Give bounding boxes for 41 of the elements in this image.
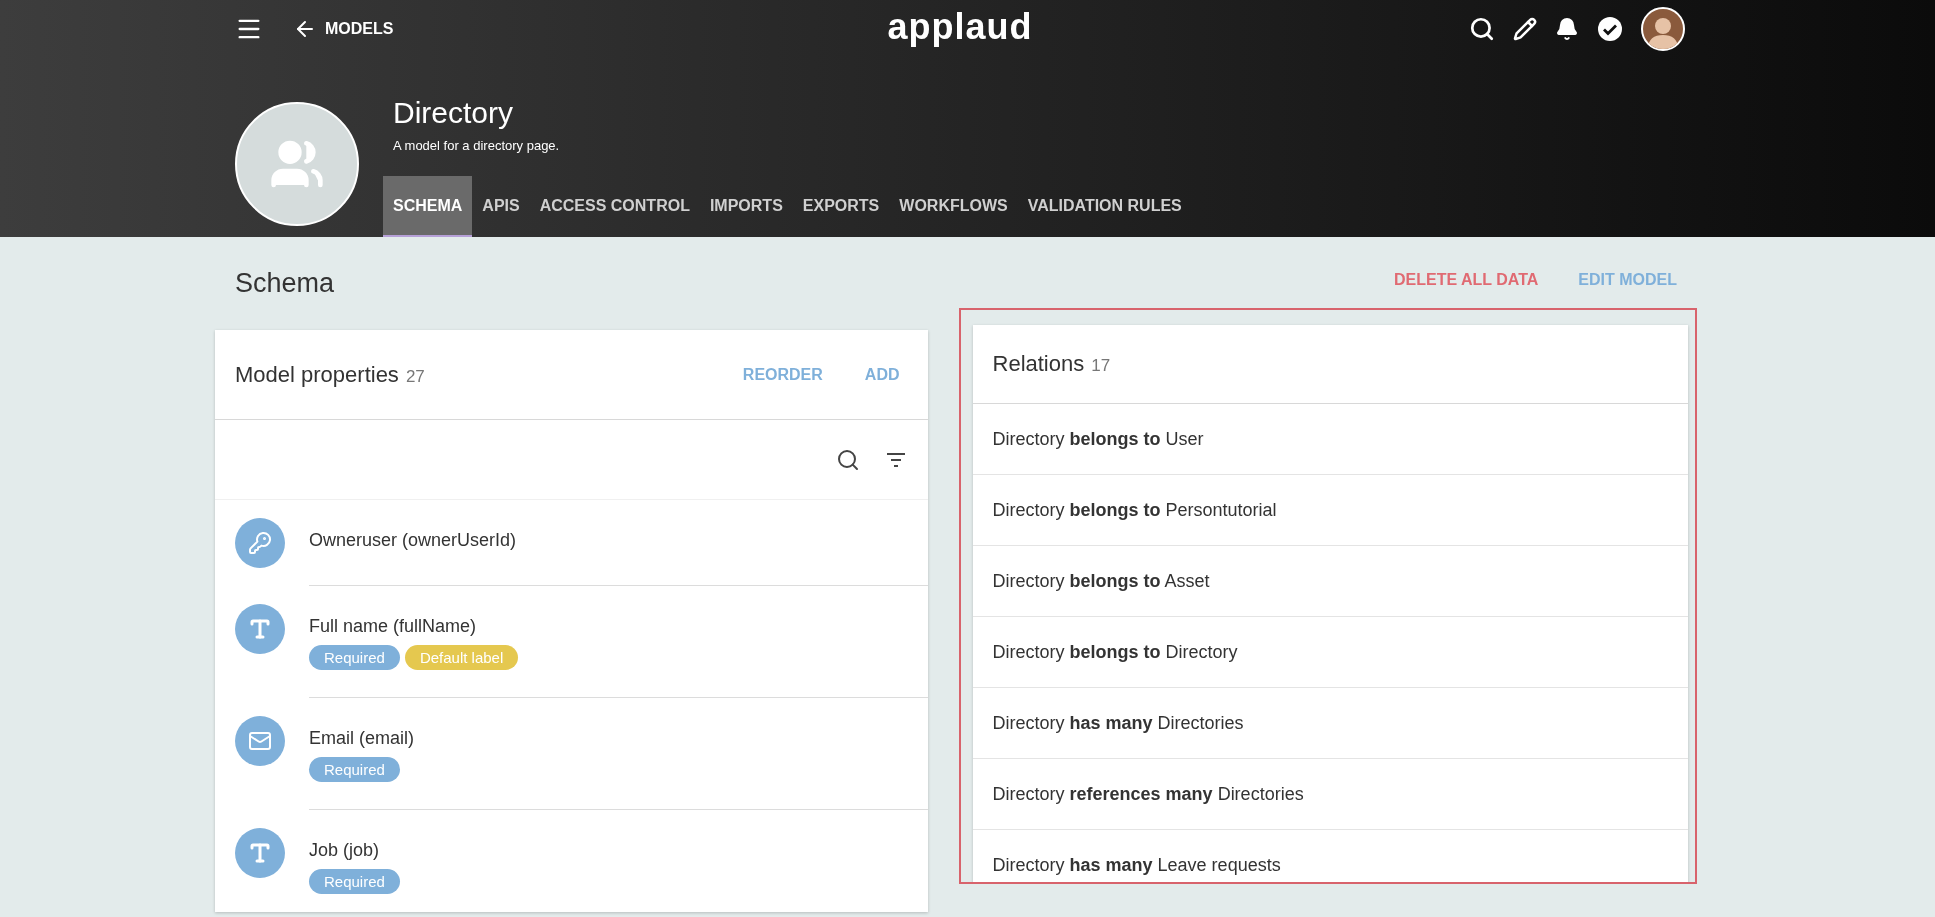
tab[interactable]: APIS — [472, 176, 530, 237]
key-icon — [248, 531, 272, 555]
tag: Default label — [404, 645, 519, 670]
model-description: A model for a directory page. — [393, 138, 561, 153]
count: 17 — [1091, 356, 1111, 376]
mail-icon — [248, 729, 272, 753]
relation-item[interactable]: Directory belongs to User — [992, 428, 1204, 450]
user-avatar[interactable] — [1641, 7, 1685, 51]
tab[interactable]: IMPORTS — [699, 176, 793, 237]
tab[interactable]: SCHEMA — [383, 176, 473, 237]
relation-item[interactable]: Directory has many Directories — [992, 712, 1244, 734]
property-name[interactable]: Full name (fullName) — [309, 616, 928, 637]
text-type-icon — [248, 841, 272, 865]
property-name[interactable]: Job (job) — [309, 840, 928, 861]
card-title: Model properties — [235, 361, 399, 388]
tag: Required — [309, 757, 400, 782]
tab[interactable]: WORKFLOWS — [889, 176, 1018, 237]
tab[interactable]: VALIDATION RULES — [1017, 176, 1192, 237]
back-link[interactable]: MODELS — [293, 17, 394, 41]
tab[interactable]: EXPORTS — [792, 176, 890, 237]
tag: Required — [309, 869, 400, 894]
property-name[interactable]: Email (email) — [309, 728, 928, 749]
page-title: Schema — [235, 268, 335, 299]
bell-icon[interactable] — [1555, 17, 1579, 41]
pencil-icon[interactable] — [1513, 17, 1537, 41]
model-name: Directory — [393, 96, 514, 130]
relation-item[interactable]: Directory belongs to Directory — [992, 641, 1238, 663]
relation-item[interactable]: Directory belongs to Persontutorial — [992, 499, 1277, 521]
relation-item[interactable]: Directory has many Leave requests — [992, 854, 1281, 876]
count: 27 — [405, 366, 425, 387]
tab[interactable]: ACCESS CONTROL — [529, 176, 700, 237]
search-icon[interactable] — [1469, 16, 1495, 42]
logo: applaud — [887, 6, 1033, 48]
search-icon[interactable] — [835, 447, 860, 472]
text-type-icon — [248, 617, 272, 641]
tag: Required — [309, 645, 400, 670]
property-name[interactable]: Owneruser (ownerUserId) — [309, 530, 928, 551]
relation-item[interactable]: Directory references many Directories — [992, 783, 1304, 805]
card-title: Relations — [992, 351, 1085, 377]
check-circle-icon[interactable] — [1597, 16, 1623, 42]
relation-item[interactable]: Directory belongs to Asset — [992, 570, 1210, 592]
